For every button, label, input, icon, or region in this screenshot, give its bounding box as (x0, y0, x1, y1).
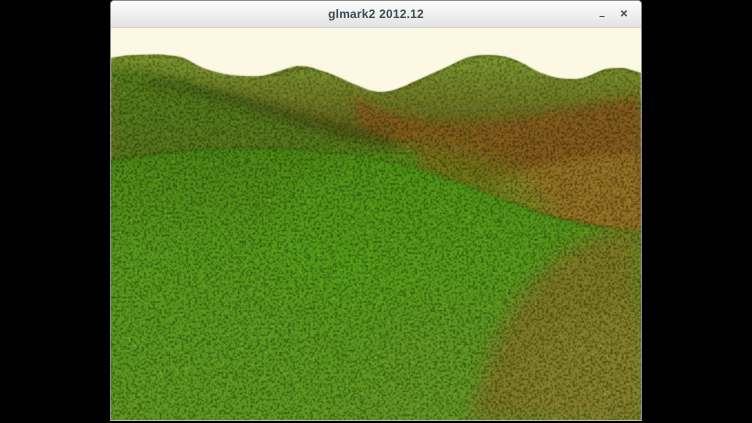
close-icon: ✕ (620, 9, 628, 20)
minimize-icon: – (599, 11, 605, 22)
minimize-button[interactable]: – (591, 0, 613, 29)
window-title: glmark2 2012.12 (328, 7, 424, 21)
window-controls: – ✕ (591, 1, 635, 27)
terrain-scene (111, 28, 641, 420)
glmark2-window: glmark2 2012.12 – ✕ (110, 0, 642, 421)
gl-viewport (111, 28, 641, 420)
desktop-background: { "desktop": { "background_color": "#000… (0, 0, 752, 423)
window-titlebar[interactable]: glmark2 2012.12 – ✕ (111, 1, 641, 28)
close-button[interactable]: ✕ (613, 1, 635, 27)
